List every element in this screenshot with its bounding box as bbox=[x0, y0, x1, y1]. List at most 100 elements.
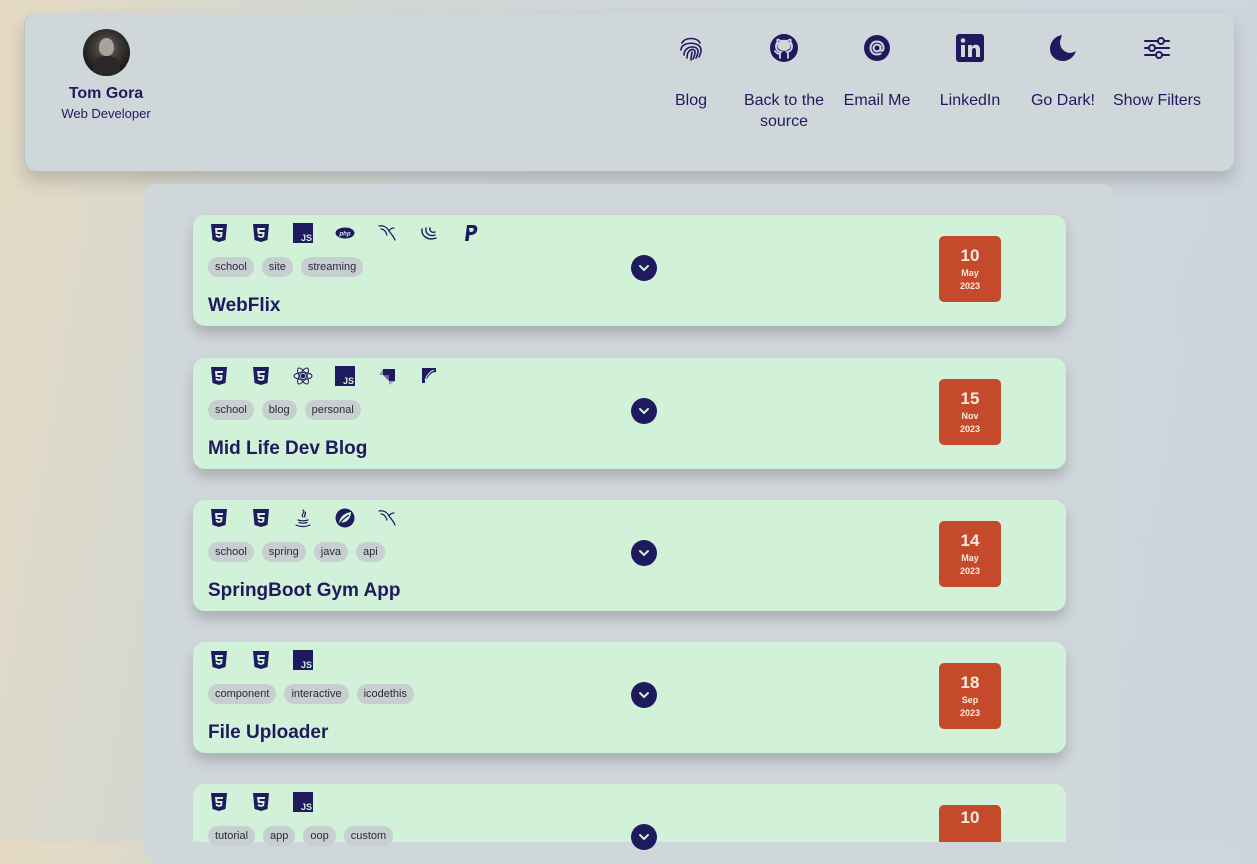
paypal-icon bbox=[460, 222, 482, 244]
nav-email[interactable]: Email Me bbox=[829, 33, 925, 111]
tag-list: school site streaming bbox=[208, 257, 364, 277]
avatar[interactable] bbox=[82, 29, 130, 76]
at-icon bbox=[862, 33, 892, 68]
svg-text:JS: JS bbox=[343, 376, 354, 386]
expand-button[interactable] bbox=[631, 540, 657, 566]
html5-icon bbox=[208, 649, 230, 671]
nav-dark-mode-label: Go Dark! bbox=[1030, 92, 1095, 109]
date-month: Sep bbox=[961, 695, 979, 705]
tag-chip[interactable]: api bbox=[355, 542, 385, 562]
expand-button[interactable] bbox=[631, 398, 657, 424]
profile: Tom Gora Web Developer bbox=[50, 29, 162, 121]
date-day: 14 bbox=[960, 531, 980, 550]
tag-chip[interactable]: blog bbox=[261, 400, 297, 420]
project-card[interactable]: JS school blog personal Mid Life Dev Blog … bbox=[193, 358, 1066, 469]
tag-list: tutorial app oop custom bbox=[208, 826, 394, 846]
tech-stack: JS bbox=[208, 791, 314, 813]
html5-icon bbox=[208, 365, 230, 387]
mysql-icon bbox=[376, 222, 398, 244]
html5-icon bbox=[208, 222, 230, 244]
tag-chip[interactable]: school bbox=[208, 257, 254, 277]
tag-chip[interactable]: component bbox=[208, 684, 277, 704]
sliders-icon bbox=[1142, 33, 1172, 68]
nav-dark-mode[interactable]: Go Dark! bbox=[1015, 33, 1111, 111]
tag-chip[interactable]: java bbox=[313, 542, 348, 562]
js-icon: JS bbox=[334, 365, 356, 387]
tag-chip[interactable]: interactive bbox=[284, 684, 349, 704]
project-title[interactable]: Mid Life Dev Blog bbox=[208, 438, 367, 460]
tag-list: school spring java api bbox=[208, 542, 385, 562]
html5-icon bbox=[208, 791, 230, 813]
project-card[interactable]: JS tutorial app oop custom 10 bbox=[193, 784, 1066, 850]
tag-list: component interactive icodethis bbox=[208, 684, 414, 704]
tag-chip[interactable]: school bbox=[208, 542, 254, 562]
tag-chip[interactable]: personal bbox=[304, 400, 361, 420]
chevron-down-icon bbox=[639, 692, 649, 699]
nav-email-label: Email Me bbox=[843, 92, 911, 109]
project-card[interactable]: school spring java api SpringBoot Gym App 1… bbox=[193, 500, 1066, 611]
expand-button[interactable] bbox=[631, 682, 657, 708]
jquery-icon bbox=[418, 222, 440, 244]
chevron-down-icon bbox=[639, 550, 649, 557]
js-icon: JS bbox=[292, 791, 314, 813]
css3-icon bbox=[250, 649, 272, 671]
expand-button[interactable] bbox=[631, 255, 657, 281]
tech-stack: JS bbox=[208, 365, 440, 387]
svg-text:JS: JS bbox=[301, 660, 312, 670]
html5-icon bbox=[208, 507, 230, 529]
date-badge: 10 bbox=[939, 805, 1001, 842]
date-badge: 15 Nov 2023 bbox=[939, 379, 1001, 445]
tech-stack: JS php bbox=[208, 222, 482, 244]
nav-source[interactable]: Back to the source bbox=[736, 33, 832, 132]
chevron-down-icon bbox=[639, 408, 649, 415]
project-title[interactable]: WebFlix bbox=[208, 295, 281, 317]
tag-chip[interactable]: oop bbox=[303, 826, 336, 846]
tag-chip[interactable]: spring bbox=[261, 542, 306, 562]
tag-chip[interactable]: tutorial bbox=[208, 826, 256, 846]
nav-source-label: Back to the source bbox=[743, 92, 825, 130]
date-badge: 14 May 2023 bbox=[939, 521, 1001, 587]
date-year: 2023 bbox=[959, 708, 981, 718]
chevron-down-icon bbox=[639, 265, 649, 272]
expand-button[interactable] bbox=[631, 824, 657, 850]
php-icon: php bbox=[334, 222, 356, 244]
java-icon bbox=[292, 507, 314, 529]
tag-chip[interactable]: app bbox=[263, 826, 296, 846]
date-day: 15 bbox=[960, 389, 980, 408]
date-year: 2023 bbox=[959, 566, 981, 576]
nav-linkedin[interactable]: LinkedIn bbox=[922, 33, 1018, 111]
nav-show-filters-label: Show Filters bbox=[1112, 92, 1202, 109]
profile-role: Web Developer bbox=[61, 106, 151, 121]
svg-text:php: php bbox=[339, 231, 351, 237]
date-month: May bbox=[961, 553, 979, 563]
nav-blog-label: Blog bbox=[674, 92, 708, 109]
nav-blog[interactable]: Blog bbox=[643, 33, 739, 111]
tag-list: school blog personal bbox=[208, 400, 361, 420]
date-day: 10 bbox=[960, 246, 980, 265]
date-badge: 10 May 2023 bbox=[939, 236, 1001, 302]
css3-icon bbox=[250, 507, 272, 529]
tech-stack bbox=[208, 507, 398, 529]
strapi-icon bbox=[376, 365, 398, 387]
project-card[interactable]: JS component interactive icodethis File Up… bbox=[193, 642, 1066, 753]
tag-chip[interactable]: icodethis bbox=[356, 684, 414, 704]
project-title[interactable]: SpringBoot Gym App bbox=[208, 580, 400, 602]
linkedin-icon bbox=[955, 33, 985, 68]
js-icon: JS bbox=[292, 649, 314, 671]
date-month: May bbox=[961, 268, 979, 278]
project-title[interactable]: File Uploader bbox=[208, 722, 328, 744]
tag-chip[interactable]: streaming bbox=[300, 257, 364, 277]
css3-icon bbox=[250, 222, 272, 244]
moon-icon bbox=[1048, 33, 1078, 68]
date-year: 2023 bbox=[959, 424, 981, 434]
feather-icon bbox=[418, 365, 440, 387]
tag-chip[interactable]: school bbox=[208, 400, 254, 420]
project-card[interactable]: JS php school site streaming WebFlix 10 May… bbox=[193, 215, 1066, 326]
tag-chip[interactable]: custom bbox=[343, 826, 394, 846]
css3-icon bbox=[250, 791, 272, 813]
github-icon bbox=[769, 33, 799, 68]
spring-icon bbox=[334, 507, 356, 529]
nav-show-filters[interactable]: Show Filters bbox=[1109, 33, 1205, 111]
react-icon bbox=[292, 365, 314, 387]
tag-chip[interactable]: site bbox=[261, 257, 293, 277]
